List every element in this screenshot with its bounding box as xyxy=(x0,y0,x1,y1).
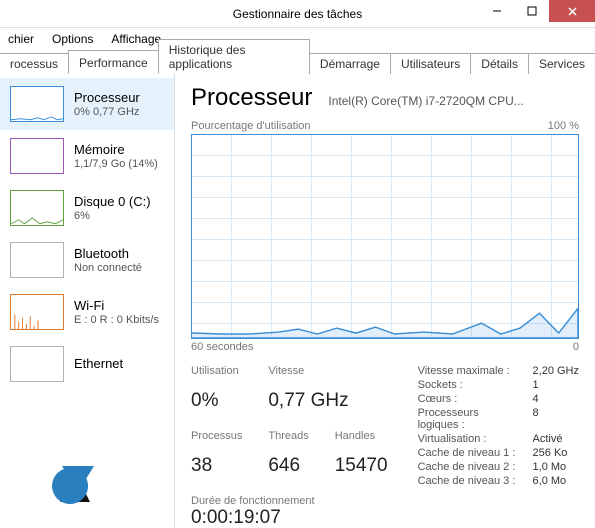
close-button[interactable] xyxy=(549,0,595,22)
chart-ymax: 100 % xyxy=(548,120,579,132)
virt-label: Virtualisation : xyxy=(418,433,517,445)
handles-value: 15470 xyxy=(335,455,388,488)
sockets-label: Sockets : xyxy=(418,379,517,391)
stats-primary: Utilisation Vitesse 0% 0,77 GHz Processu… xyxy=(191,365,388,487)
tab-processes[interactable]: rocessus xyxy=(0,53,69,74)
menu-options[interactable]: Options xyxy=(44,30,101,48)
sidebar-wifi-title: Wi-Fi xyxy=(74,298,159,313)
handles-label: Handles xyxy=(335,430,388,453)
maximize-icon xyxy=(527,6,537,16)
util-label: Utilisation xyxy=(191,365,242,388)
sidebar-wifi-sub: E : 0 R : 0 Kbits/s xyxy=(74,314,159,326)
chart-xmin: 60 secondes xyxy=(191,341,253,353)
sidebar-eth-title: Ethernet xyxy=(74,356,123,371)
threads-value: 646 xyxy=(268,455,308,488)
wifi-thumbnail xyxy=(10,294,64,330)
maximize-button[interactable] xyxy=(514,0,549,22)
tab-users[interactable]: Utilisateurs xyxy=(390,53,471,74)
l2-label: Cache de niveau 2 : xyxy=(418,461,517,473)
l1-label: Cache de niveau 1 : xyxy=(418,447,517,459)
tab-performance[interactable]: Performance xyxy=(68,50,159,74)
sidebar-cpu-sub: 0% 0,77 GHz xyxy=(74,106,140,118)
sidebar-item-disk[interactable]: Disque 0 (C:) 6% xyxy=(0,182,174,234)
sidebar-item-cpu[interactable]: Processeur 0% 0,77 GHz xyxy=(0,78,174,130)
l1-value: 256 Ko xyxy=(533,447,579,459)
watermark-logo xyxy=(40,442,120,512)
logical-value: 8 xyxy=(533,407,579,431)
cpu-usage-chart[interactable] xyxy=(191,134,579,339)
sidebar-item-memory[interactable]: Mémoire 1,1/7,9 Go (14%) xyxy=(0,130,174,182)
uptime-label: Durée de fonctionnement xyxy=(191,495,579,507)
sidebar-item-wifi[interactable]: Wi-Fi E : 0 R : 0 Kbits/s xyxy=(0,286,174,338)
sidebar-item-bluetooth[interactable]: Bluetooth Non connecté xyxy=(0,234,174,286)
sidebar-item-ethernet[interactable]: Ethernet xyxy=(0,338,174,390)
cpu-thumbnail xyxy=(10,86,64,122)
maxspeed-label: Vitesse maximale : xyxy=(418,365,517,377)
l3-value: 6,0 Mo xyxy=(533,475,579,487)
ethernet-thumbnail xyxy=(10,346,64,382)
sidebar: Processeur 0% 0,77 GHz Mémoire 1,1/7,9 G… xyxy=(0,74,175,528)
title-bar: Gestionnaire des tâches xyxy=(0,0,595,28)
stats-details: Vitesse maximale : 2,20 GHz Sockets : 1 … xyxy=(418,365,579,487)
minimize-icon xyxy=(492,6,502,16)
speed-value: 0,77 GHz xyxy=(268,390,387,423)
bluetooth-thumbnail xyxy=(10,242,64,278)
sidebar-bt-sub: Non connecté xyxy=(74,262,142,274)
tab-details[interactable]: Détails xyxy=(470,53,529,74)
main-subtitle: Intel(R) Core(TM) i7-2720QM CPU... xyxy=(328,94,579,108)
sidebar-mem-sub: 1,1/7,9 Go (14%) xyxy=(74,158,158,170)
minimize-button[interactable] xyxy=(479,0,514,22)
cores-label: Cœurs : xyxy=(418,393,517,405)
speed-label: Vitesse xyxy=(268,365,308,388)
uptime-value: 0:00:19:07 xyxy=(191,507,579,528)
main-panel: Processeur Intel(R) Core(TM) i7-2720QM C… xyxy=(175,74,595,528)
menu-file[interactable]: chier xyxy=(0,30,42,48)
l3-label: Cache de niveau 3 : xyxy=(418,475,517,487)
close-icon xyxy=(567,6,578,17)
sidebar-disk-sub: 6% xyxy=(74,210,151,222)
virt-value: Activé xyxy=(533,433,579,445)
main-title: Processeur xyxy=(191,84,312,112)
window-controls xyxy=(479,0,595,22)
proc-label: Processus xyxy=(191,430,242,453)
memory-thumbnail xyxy=(10,138,64,174)
logical-label: Processeurs logiques : xyxy=(418,407,517,431)
maxspeed-value: 2,20 GHz xyxy=(533,365,579,377)
chart-xmax: 0 xyxy=(573,341,579,353)
l2-value: 1,0 Mo xyxy=(533,461,579,473)
sidebar-disk-title: Disque 0 (C:) xyxy=(74,194,151,209)
tab-services[interactable]: Services xyxy=(528,53,595,74)
tab-apphistory[interactable]: Historique des applications xyxy=(158,39,310,74)
content-area: Processeur 0% 0,77 GHz Mémoire 1,1/7,9 G… xyxy=(0,74,595,528)
util-value: 0% xyxy=(191,390,242,423)
sidebar-cpu-title: Processeur xyxy=(74,90,140,105)
tab-startup[interactable]: Démarrage xyxy=(309,53,391,74)
tab-bar: rocessus Performance Historique des appl… xyxy=(0,50,595,74)
threads-label: Threads xyxy=(268,430,308,453)
cores-value: 4 xyxy=(533,393,579,405)
chart-ylabel: Pourcentage d'utilisation xyxy=(191,120,311,132)
sidebar-bt-title: Bluetooth xyxy=(74,246,142,261)
disk-thumbnail xyxy=(10,190,64,226)
proc-value: 38 xyxy=(191,455,242,488)
sidebar-mem-title: Mémoire xyxy=(74,142,158,157)
sockets-value: 1 xyxy=(533,379,579,391)
